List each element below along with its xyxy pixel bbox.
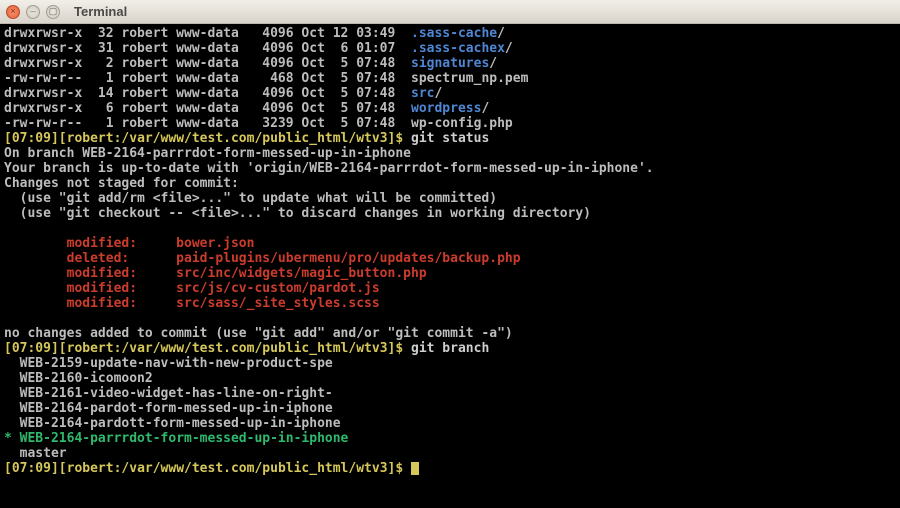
terminal-line: no changes added to commit (use "git add… [4,326,896,341]
slash: / [497,26,505,41]
terminal-line: modified: src/inc/widgets/magic_button.p… [4,266,896,281]
command: git branch [411,341,489,356]
changed-file: deleted: paid-plugins/ubermenu/pro/updat… [4,251,521,266]
ls-name: .sass-cache [411,26,497,41]
terminal-line: modified: bower.json [4,236,896,251]
terminal-line: (use "git add/rm <file>..." to update wh… [4,191,896,206]
terminal-line [4,311,896,326]
terminal-line: * WEB-2164-parrrdot-form-messed-up-in-ip… [4,431,896,446]
ls-name: signatures [411,56,489,71]
window-titlebar: × – ▢ Terminal [0,0,900,24]
terminal-line: drwxrwsr-x 2 robert www-data 4096 Oct 5 … [4,56,896,71]
terminal-line: -rw-rw-r-- 1 robert www-data 3239 Oct 5 … [4,116,896,131]
terminal-line: drwxrwsr-x 31 robert www-data 4096 Oct 6… [4,41,896,56]
branch-name: WEB-2164-pardot-form-messed-up-in-iphone [4,401,333,416]
slash: / [489,56,497,71]
terminal-line: [07:09][robert:/var/www/test.com/public_… [4,461,896,476]
terminal-line: -rw-rw-r-- 1 robert www-data 468 Oct 5 0… [4,71,896,86]
prompt-time: [07:09] [4,341,59,356]
ls-meta: drwxrwsr-x 14 robert www-data 4096 Oct 5… [4,86,411,101]
changed-file: modified: src/js/cv-custom/pardot.js [4,281,380,296]
slash: / [434,86,442,101]
window-title: Terminal [74,4,127,19]
terminal-line: WEB-2159-update-nav-with-new-product-spe [4,356,896,371]
branch-marker: * [4,431,20,446]
branch-name: WEB-2164-pardott-form-messed-up-in-iphon… [4,416,341,431]
branch-name: master [4,446,67,461]
terminal-line: modified: src/sass/_site_styles.scss [4,296,896,311]
terminal-line: WEB-2161-video-widget-has-line-on-right- [4,386,896,401]
ls-meta: -rw-rw-r-- 1 robert www-data 468 Oct 5 0… [4,71,411,86]
terminal-line: modified: src/js/cv-custom/pardot.js [4,281,896,296]
terminal-line: On branch WEB-2164-parrrdot-form-messed-… [4,146,896,161]
ls-name: wordpress [411,101,481,116]
ls-meta: drwxrwsr-x 32 robert www-data 4096 Oct 1… [4,26,411,41]
ls-name: src [411,86,434,101]
ls-name: .sass-cachex [411,41,505,56]
ls-name: wp-config.php [411,116,513,131]
close-icon[interactable]: × [6,5,20,19]
ls-meta: drwxrwsr-x 6 robert www-data 4096 Oct 5 … [4,101,411,116]
changed-file: modified: src/inc/widgets/magic_button.p… [4,266,427,281]
terminal-line: (use "git checkout -- <file>..." to disc… [4,206,896,221]
terminal-line: Your branch is up-to-date with 'origin/W… [4,161,896,176]
status-notstaged: Changes not staged for commit: [4,176,239,191]
terminal-line: WEB-2164-pardott-form-messed-up-in-iphon… [4,416,896,431]
slash: / [505,41,513,56]
minimize-icon[interactable]: – [26,5,40,19]
status-branch: On branch WEB-2164-parrrdot-form-messed-… [4,146,411,161]
ls-name: spectrum_np.pem [411,71,528,86]
command: git status [411,131,489,146]
terminal-line: drwxrwsr-x 6 robert www-data 4096 Oct 5 … [4,101,896,116]
prompt-time: [07:09] [4,131,59,146]
status-nochanges: no changes added to commit (use "git add… [4,326,513,341]
terminal-line: master [4,446,896,461]
terminal-line: WEB-2164-pardot-form-messed-up-in-iphone [4,401,896,416]
terminal-line: deleted: paid-plugins/ubermenu/pro/updat… [4,251,896,266]
terminal-line [4,221,896,236]
terminal-body[interactable]: drwxrwsr-x 32 robert www-data 4096 Oct 1… [0,24,900,508]
status-hint: (use "git checkout -- <file>..." to disc… [4,206,591,221]
branch-name: WEB-2160-icomoon2 [4,371,153,386]
terminal-line: [07:09][robert:/var/www/test.com/public_… [4,341,896,356]
branch-name: WEB-2159-update-nav-with-new-product-spe [4,356,333,371]
ls-meta: drwxrwsr-x 2 robert www-data 4096 Oct 5 … [4,56,411,71]
ls-meta: -rw-rw-r-- 1 robert www-data 3239 Oct 5 … [4,116,411,131]
prompt-path: [robert:/var/www/test.com/public_html/wt… [59,131,411,146]
ls-meta: drwxrwsr-x 31 robert www-data 4096 Oct 6… [4,41,411,56]
prompt-path: [robert:/var/www/test.com/public_html/wt… [59,341,411,356]
terminal-line: drwxrwsr-x 32 robert www-data 4096 Oct 1… [4,26,896,41]
terminal-line: [07:09][robert:/var/www/test.com/public_… [4,131,896,146]
branch-name: WEB-2161-video-widget-has-line-on-right- [4,386,333,401]
changed-file: modified: src/sass/_site_styles.scss [4,296,380,311]
status-uptodate: Your branch is up-to-date with 'origin/W… [4,161,654,176]
maximize-icon[interactable]: ▢ [46,5,60,19]
prompt-time: [07:09] [4,461,59,476]
status-hint: (use "git add/rm <file>..." to update wh… [4,191,497,206]
branch-current: WEB-2164-parrrdot-form-messed-up-in-ipho… [20,431,349,446]
slash: / [481,101,489,116]
terminal-line: Changes not staged for commit: [4,176,896,191]
changed-file: modified: bower.json [4,236,254,251]
prompt-path: [robert:/var/www/test.com/public_html/wt… [59,461,411,476]
terminal-line: drwxrwsr-x 14 robert www-data 4096 Oct 5… [4,86,896,101]
cursor [411,462,419,475]
terminal-line: WEB-2160-icomoon2 [4,371,896,386]
